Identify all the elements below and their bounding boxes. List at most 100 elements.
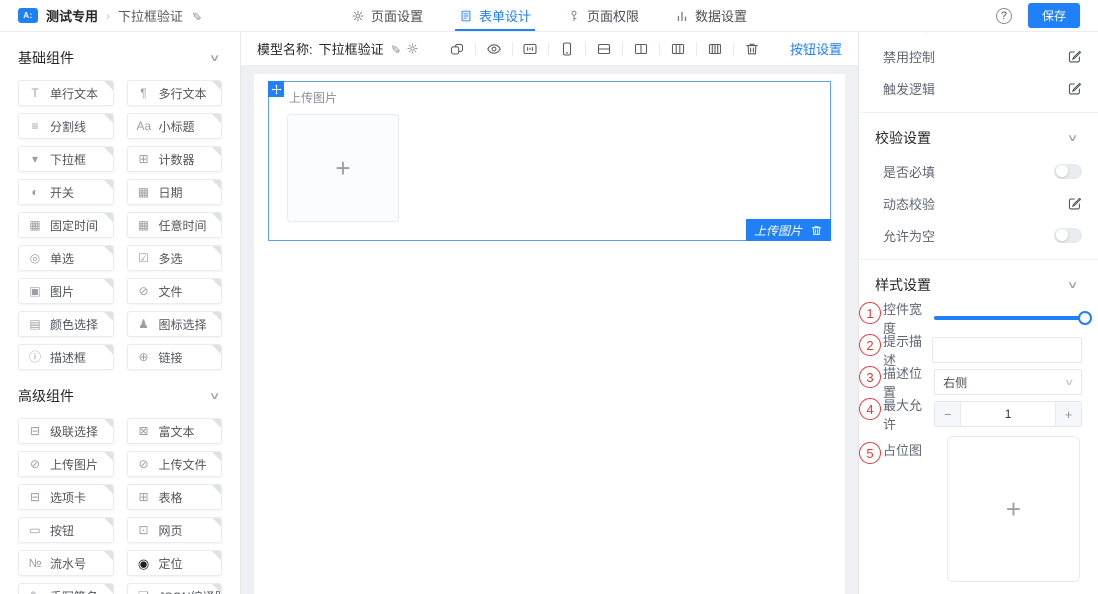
component-webpage[interactable]: ⊡网页 <box>127 517 223 543</box>
placeholder-image-dropzone[interactable]: + <box>947 436 1080 582</box>
tab-data-settings[interactable]: 数据设置 <box>675 0 747 31</box>
width-slider[interactable] <box>934 311 1090 325</box>
stepper-value[interactable]: 1 <box>961 402 1055 426</box>
hint-input[interactable] <box>932 337 1082 363</box>
sidebar-section-title[interactable]: 高级组件∨ <box>18 386 222 406</box>
edit-square-icon[interactable] <box>1067 196 1082 211</box>
tab-page-settings[interactable]: 页面设置 <box>351 0 423 31</box>
card-icon[interactable] <box>522 41 538 57</box>
component-color-picker[interactable]: ▤颜色选择 <box>18 311 114 337</box>
help-icon[interactable]: ? <box>996 8 1012 24</box>
main-tabs: 页面设置 表单设计 页面权限 数据设置 <box>351 0 747 31</box>
component-checkbox[interactable]: ☑多选 <box>127 245 223 271</box>
button-settings-link[interactable]: 按钮设置 <box>790 39 842 58</box>
four-column-icon[interactable] <box>707 41 723 57</box>
allow-empty-toggle[interactable] <box>1054 228 1082 243</box>
tab-page-permissions[interactable]: 页面权限 <box>567 0 639 31</box>
image-upload-dropzone[interactable]: + <box>287 114 399 222</box>
component-table[interactable]: ⊞表格 <box>127 484 223 510</box>
split-row-icon[interactable] <box>596 41 612 57</box>
component-any-time[interactable]: ▦任意时间 <box>127 212 223 238</box>
component-dropdown[interactable]: ▾下拉框 <box>18 146 114 172</box>
stepper-minus-button[interactable]: − <box>935 402 961 426</box>
cascade-select-icon: ⊟ <box>28 425 42 437</box>
fold-corner <box>104 485 113 494</box>
component-upload-file[interactable]: ⊘上传文件 <box>127 451 223 477</box>
panel-row-dynamic-validation: 动态校验 <box>875 187 1082 219</box>
component-location[interactable]: ◉定位 <box>127 550 223 576</box>
component-signature[interactable]: ✎手写签名 <box>18 583 114 594</box>
component-link-field[interactable]: ⊕链接 <box>127 344 223 370</box>
model-name-label: 模型名称: <box>257 39 313 58</box>
selected-field-upload-image[interactable]: 上传图片 + 上传图片 <box>268 81 831 241</box>
component-single-line-text[interactable]: T单行文本 <box>18 80 114 106</box>
component-icon-picker[interactable]: ♟图标选择 <box>127 311 223 337</box>
form-canvas-area: 模型名称: 下拉框验证 ✎ <box>241 32 858 594</box>
breadcrumb-app[interactable]: 测试专用 <box>46 6 98 25</box>
fold-corner <box>212 279 221 288</box>
breadcrumb-page: 下拉框验证 <box>118 6 183 25</box>
component-tab-card[interactable]: ⊟选项卡 <box>18 484 114 510</box>
component-date[interactable]: ▦日期 <box>127 179 223 205</box>
stepper-plus-button[interactable]: + <box>1055 402 1081 426</box>
move-handle-icon[interactable] <box>268 81 284 97</box>
component-json-editor[interactable]: ❏JSON编译器 <box>127 583 223 594</box>
model-name-group: 模型名称: 下拉框验证 ✎ <box>257 39 419 58</box>
link-field-icon: ⊕ <box>137 351 151 363</box>
required-toggle[interactable] <box>1054 164 1082 179</box>
delete-field-icon[interactable] <box>810 224 823 237</box>
edit-title-icon[interactable]: ✎ <box>189 10 203 20</box>
top-bar: A: 测试专用 › 下拉框验证 ✎ 页面设置 表单设计 页面权限 数据设置 ? … <box>0 0 1098 32</box>
component-serial-number[interactable]: №流水号 <box>18 550 114 576</box>
fold-corner <box>104 180 113 189</box>
header-actions: ? 保存 <box>996 3 1080 28</box>
three-column-icon[interactable] <box>670 41 686 57</box>
edit-square-icon[interactable] <box>1067 49 1082 64</box>
component-divider[interactable]: ≡分割线 <box>18 113 114 139</box>
gear-icon <box>351 9 365 23</box>
tab-form-design[interactable]: 表单设计 <box>459 0 531 31</box>
component-button-component[interactable]: ▭按钮 <box>18 517 114 543</box>
style-section-header[interactable]: 样式设置 ∨ <box>875 268 1082 302</box>
form-sheet[interactable]: 上传图片 + 上传图片 <box>254 74 845 594</box>
component-subtitle[interactable]: Aa小标题 <box>127 113 223 139</box>
model-name-value: 下拉框验证 <box>319 39 384 58</box>
save-button[interactable]: 保存 <box>1028 3 1080 28</box>
counter-icon: ⊞ <box>137 153 151 165</box>
signature-icon: ✎ <box>28 590 42 594</box>
eye-icon[interactable] <box>486 41 502 57</box>
component-multi-line-text[interactable]: ¶多行文本 <box>127 80 223 106</box>
model-settings-gear-icon[interactable] <box>406 42 419 55</box>
component-counter[interactable]: ⊞计数器 <box>127 146 223 172</box>
component-radio[interactable]: ◎单选 <box>18 245 114 271</box>
component-description[interactable]: ⓘ描述框 <box>18 344 114 370</box>
toolbar-icon-group <box>439 41 770 57</box>
app-logo[interactable]: A: <box>18 8 38 23</box>
component-rich-text[interactable]: ⊠富文本 <box>127 418 223 444</box>
single-line-text-icon: T <box>28 87 42 99</box>
component-file-attachment[interactable]: ⊘文件 <box>127 278 223 304</box>
link-icon[interactable] <box>449 41 465 57</box>
panel-row-allow-empty: 允许为空 <box>875 219 1082 251</box>
description-position-select[interactable]: 右侧 ∨ <box>934 369 1082 395</box>
mobile-icon[interactable] <box>559 41 575 57</box>
component-cascade-select[interactable]: ⊟级联选择 <box>18 418 114 444</box>
edit-model-name-icon[interactable]: ✎ <box>388 43 402 53</box>
toolbar-divider <box>659 42 660 56</box>
fold-corner <box>104 452 113 461</box>
component-upload-image[interactable]: ⊘上传图片 <box>18 451 114 477</box>
edit-square-icon[interactable] <box>1067 81 1082 96</box>
component-image[interactable]: ▣图片 <box>18 278 114 304</box>
trash-icon[interactable] <box>744 41 760 57</box>
fold-corner <box>212 246 221 255</box>
component-fixed-time[interactable]: ▦固定时间 <box>18 212 114 238</box>
two-column-icon[interactable] <box>633 41 649 57</box>
sidebar-section-title[interactable]: 基础组件∨ <box>18 48 222 68</box>
slider-knob[interactable] <box>1078 311 1092 325</box>
panel-row-clipped: 显示控制 <box>875 32 1082 40</box>
edit-square-icon[interactable] <box>1067 32 1082 33</box>
validation-section-header[interactable]: 校验设置 ∨ <box>875 121 1082 155</box>
component-switch[interactable]: ◐开关 <box>18 179 114 205</box>
fold-corner <box>104 213 113 222</box>
table-icon: ⊞ <box>137 491 151 503</box>
